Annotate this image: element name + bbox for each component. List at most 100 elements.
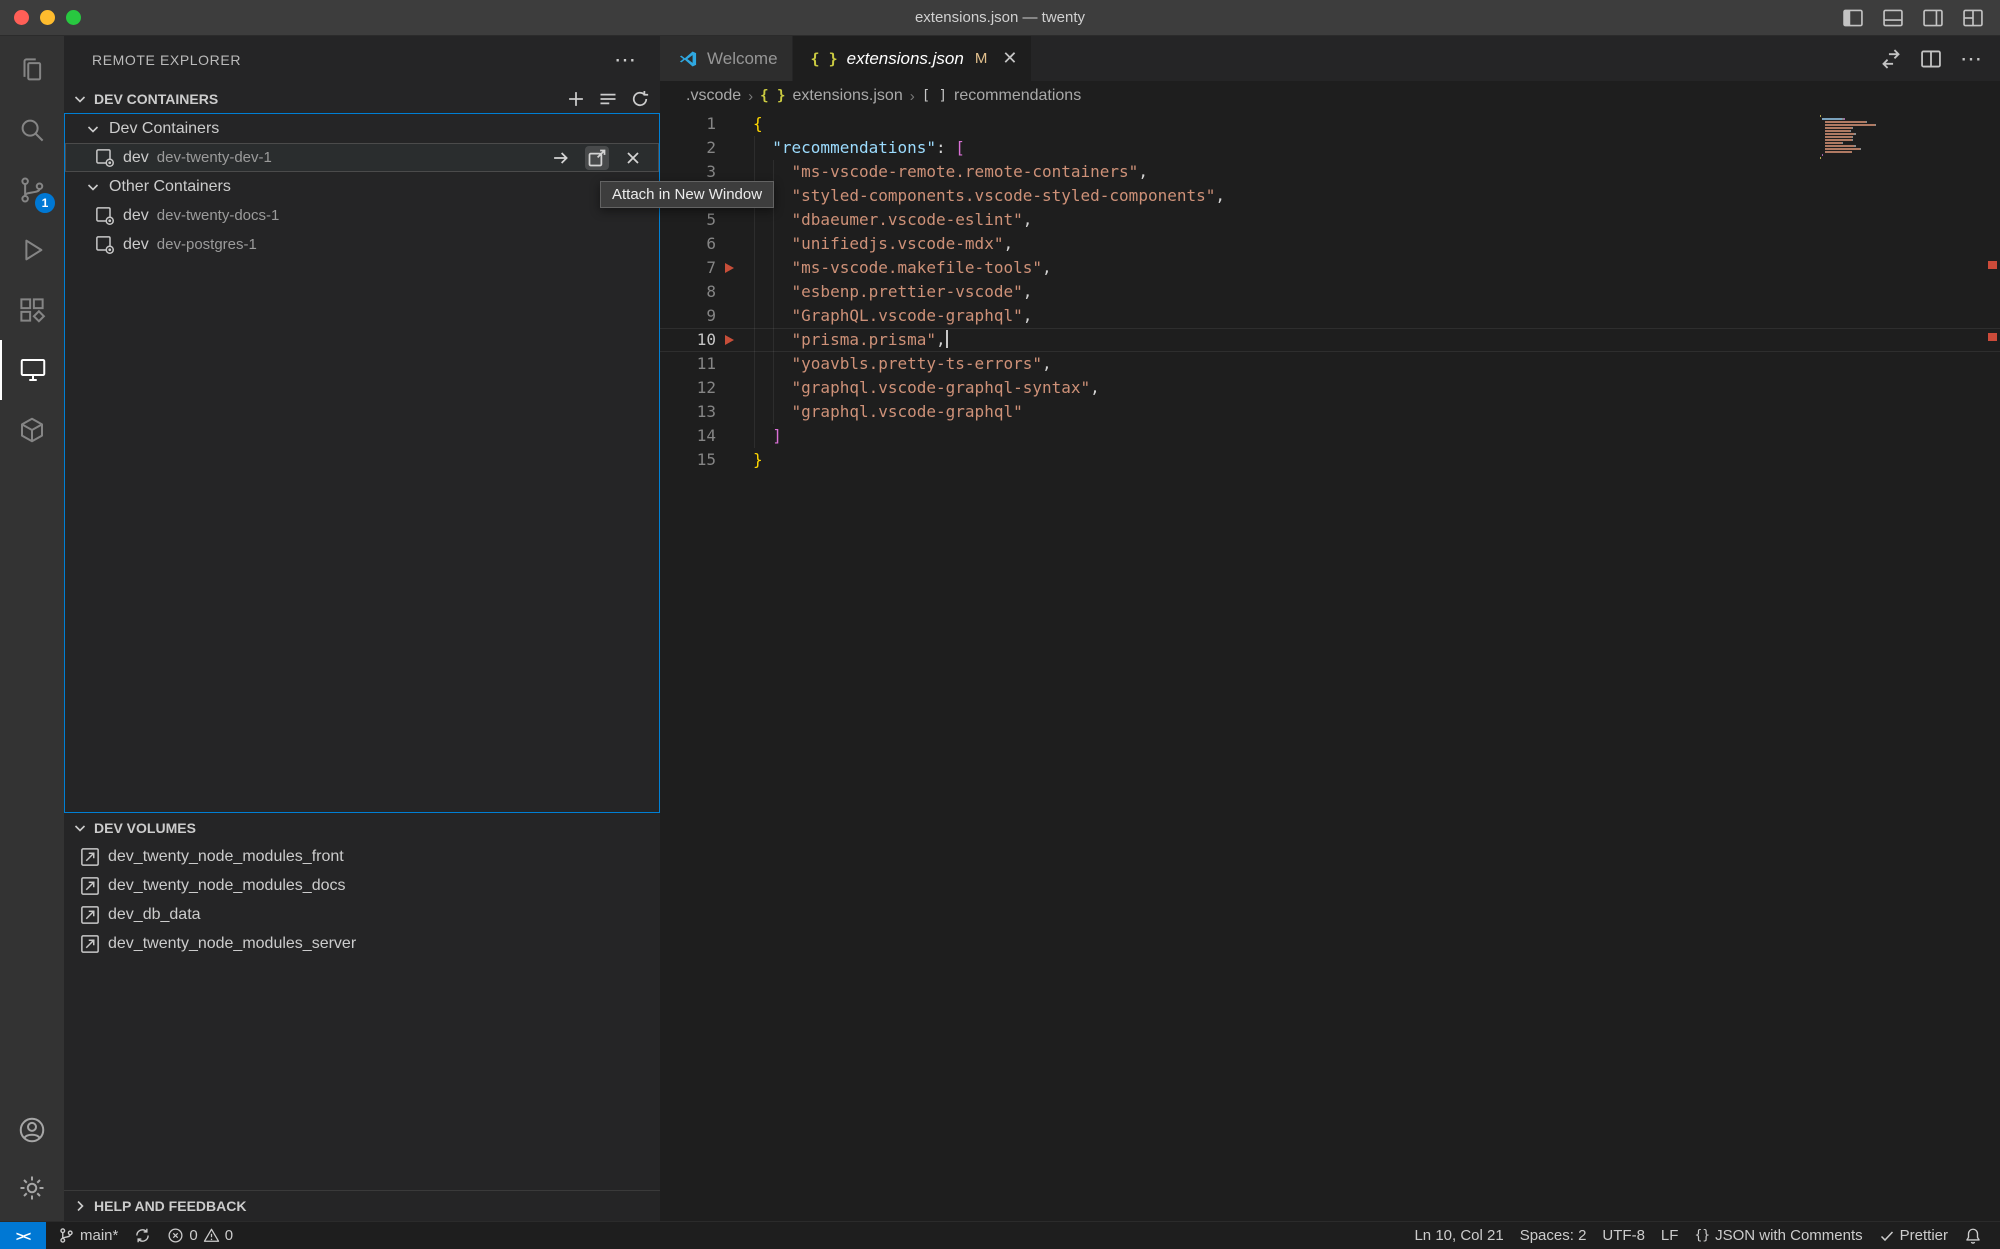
line-number: 10 [660,328,716,352]
customize-layout-icon[interactable] [1962,7,1984,29]
code-text: "yoavbls.pretty-ts-errors", [753,352,1052,376]
split-editor-icon[interactable] [1920,48,1942,70]
explorer-icon[interactable] [0,40,64,100]
code-text: ] [753,424,782,448]
formatter-status[interactable]: Prettier [1871,1227,1956,1244]
tree-group-label: Dev Containers [109,120,219,138]
branch-name: main* [80,1227,118,1244]
section-header-dev-containers[interactable]: DEV CONTAINERS [64,84,660,113]
encoding-status[interactable]: UTF-8 [1594,1227,1653,1244]
notifications-bell-icon[interactable] [1956,1227,1990,1245]
sync-icon [134,1227,151,1244]
code-line[interactable]: 1{ [660,112,2000,136]
volume-item[interactable]: dev_twenty_node_modules_docs [64,871,660,900]
breadcrumb-separator: › [910,88,915,105]
breadcrumb-file[interactable]: extensions.json [792,87,902,105]
code-line[interactable]: 8 "esbenp.prettier-vscode", [660,280,2000,304]
code-text: "ms-vscode.makefile-tools", [753,256,1052,280]
containers-icon[interactable] [0,400,64,460]
sync-changes-button[interactable] [126,1227,159,1244]
run-debug-icon[interactable] [0,220,64,280]
problems-status[interactable]: 0 0 [159,1227,241,1244]
remote-indicator[interactable]: >< [0,1222,46,1249]
volume-name: dev_twenty_node_modules_server [108,935,356,953]
sidebar-more-actions-icon[interactable]: ⋯ [614,55,636,65]
code-line[interactable]: 13 "graphql.vscode-graphql" [660,400,2000,424]
gutter [716,136,753,160]
code-line[interactable]: 5 "dbaeumer.vscode-eslint", [660,208,2000,232]
vscode-logo-icon [678,49,698,69]
tree-group-other-containers[interactable]: Other Containers [65,172,659,201]
tab-extensions-json[interactable]: { } extensions.json M ✕ [793,36,1032,81]
code-line[interactable]: 7 "ms-vscode.makefile-tools", [660,256,2000,280]
code-line[interactable]: 14 ] [660,424,2000,448]
minimap[interactable] [1820,115,1904,160]
editor-more-actions-icon[interactable]: ⋯ [1960,54,1982,64]
search-icon[interactable] [0,100,64,160]
breadcrumb-symbol[interactable]: recommendations [954,87,1081,105]
section-header-help-feedback[interactable]: HELP AND FEEDBACK [64,1190,660,1221]
indentation-status[interactable]: Spaces: 2 [1512,1227,1595,1244]
breadcrumbs: .vscode › { } extensions.json › [ ] reco… [660,81,2000,111]
zoom-window-button[interactable] [66,10,81,25]
gutter [716,232,753,256]
volume-item[interactable]: dev_db_data [64,900,660,929]
settings-gear-icon[interactable] [0,1159,64,1217]
check-icon [1879,1228,1895,1244]
gutter [716,328,753,352]
volume-item[interactable]: dev_twenty_node_modules_server [64,929,660,958]
gutter [716,352,753,376]
git-branch-status[interactable]: main* [50,1227,126,1244]
breadcrumb-folder[interactable]: .vscode [686,87,741,105]
code-line[interactable]: 10 "prisma.prisma", [660,328,2000,352]
refresh-icon[interactable] [630,89,650,109]
tree-group-label: Other Containers [109,178,231,196]
source-control-badge: 1 [35,193,55,213]
code-line[interactable]: 9 "GraphQL.vscode-graphql", [660,304,2000,328]
extensions-icon[interactable] [0,280,64,340]
code-text: "graphql.vscode-graphql-syntax", [753,376,1100,400]
cursor-position-status[interactable]: Ln 10, Col 21 [1406,1227,1511,1244]
code-area[interactable]: 1{2 "recommendations": [3 "ms-vscode-rem… [660,111,2000,1221]
toggle-secondary-sidebar-icon[interactable] [1922,7,1944,29]
attach-container-icon[interactable] [549,146,573,170]
code-line[interactable]: 15} [660,448,2000,472]
stop-container-icon[interactable] [621,146,645,170]
code-line[interactable]: 6 "unifiedjs.vscode-mdx", [660,232,2000,256]
minimize-window-button[interactable] [40,10,55,25]
remote-explorer-icon[interactable] [0,340,64,400]
chevron-down-icon [85,179,101,195]
tree-group-dev-containers[interactable]: Dev Containers [65,114,659,143]
section-header-dev-volumes[interactable]: DEV VOLUMES [64,813,660,842]
code-line[interactable]: 12 "graphql.vscode-graphql-syntax", [660,376,2000,400]
language-mode-status[interactable]: {} JSON with Comments [1686,1227,1870,1244]
code-line[interactable]: 4 "styled-components.vscode-styled-compo… [660,184,2000,208]
volume-icon [80,934,100,954]
error-count: 0 [189,1227,197,1244]
container-list-icon[interactable] [598,89,618,109]
code-line[interactable]: 2 "recommendations": [ [660,136,2000,160]
volume-item[interactable]: dev_twenty_node_modules_front [64,842,660,871]
tree-item-dev-twenty-docs[interactable]: dev dev-twenty-docs-1 [65,201,659,230]
code-line[interactable]: 11 "yoavbls.pretty-ts-errors", [660,352,2000,376]
source-control-icon[interactable]: 1 [0,160,64,220]
code-line[interactable]: 3 "ms-vscode-remote.remote-containers", [660,160,2000,184]
eol-status[interactable]: LF [1653,1227,1687,1244]
attach-new-window-icon[interactable] [585,146,609,170]
close-tab-icon[interactable]: ✕ [1002,48,1017,69]
code-text: "dbaeumer.vscode-eslint", [753,208,1032,232]
tree-item-dev-twenty-dev[interactable]: dev dev-twenty-dev-1 [65,143,659,172]
toggle-panel-icon[interactable] [1882,7,1904,29]
section-title: DEV VOLUMES [94,820,196,836]
gutter [716,424,753,448]
chevron-down-icon [85,121,101,137]
tab-welcome[interactable]: Welcome [660,36,793,81]
close-window-button[interactable] [14,10,29,25]
add-container-icon[interactable] [566,89,586,109]
account-icon[interactable] [0,1101,64,1159]
json-file-icon: { } [760,88,785,104]
toggle-primary-sidebar-icon[interactable] [1842,7,1864,29]
open-changes-icon[interactable] [1880,48,1902,70]
volume-icon [80,847,100,867]
tree-item-dev-postgres[interactable]: dev dev-postgres-1 [65,230,659,259]
